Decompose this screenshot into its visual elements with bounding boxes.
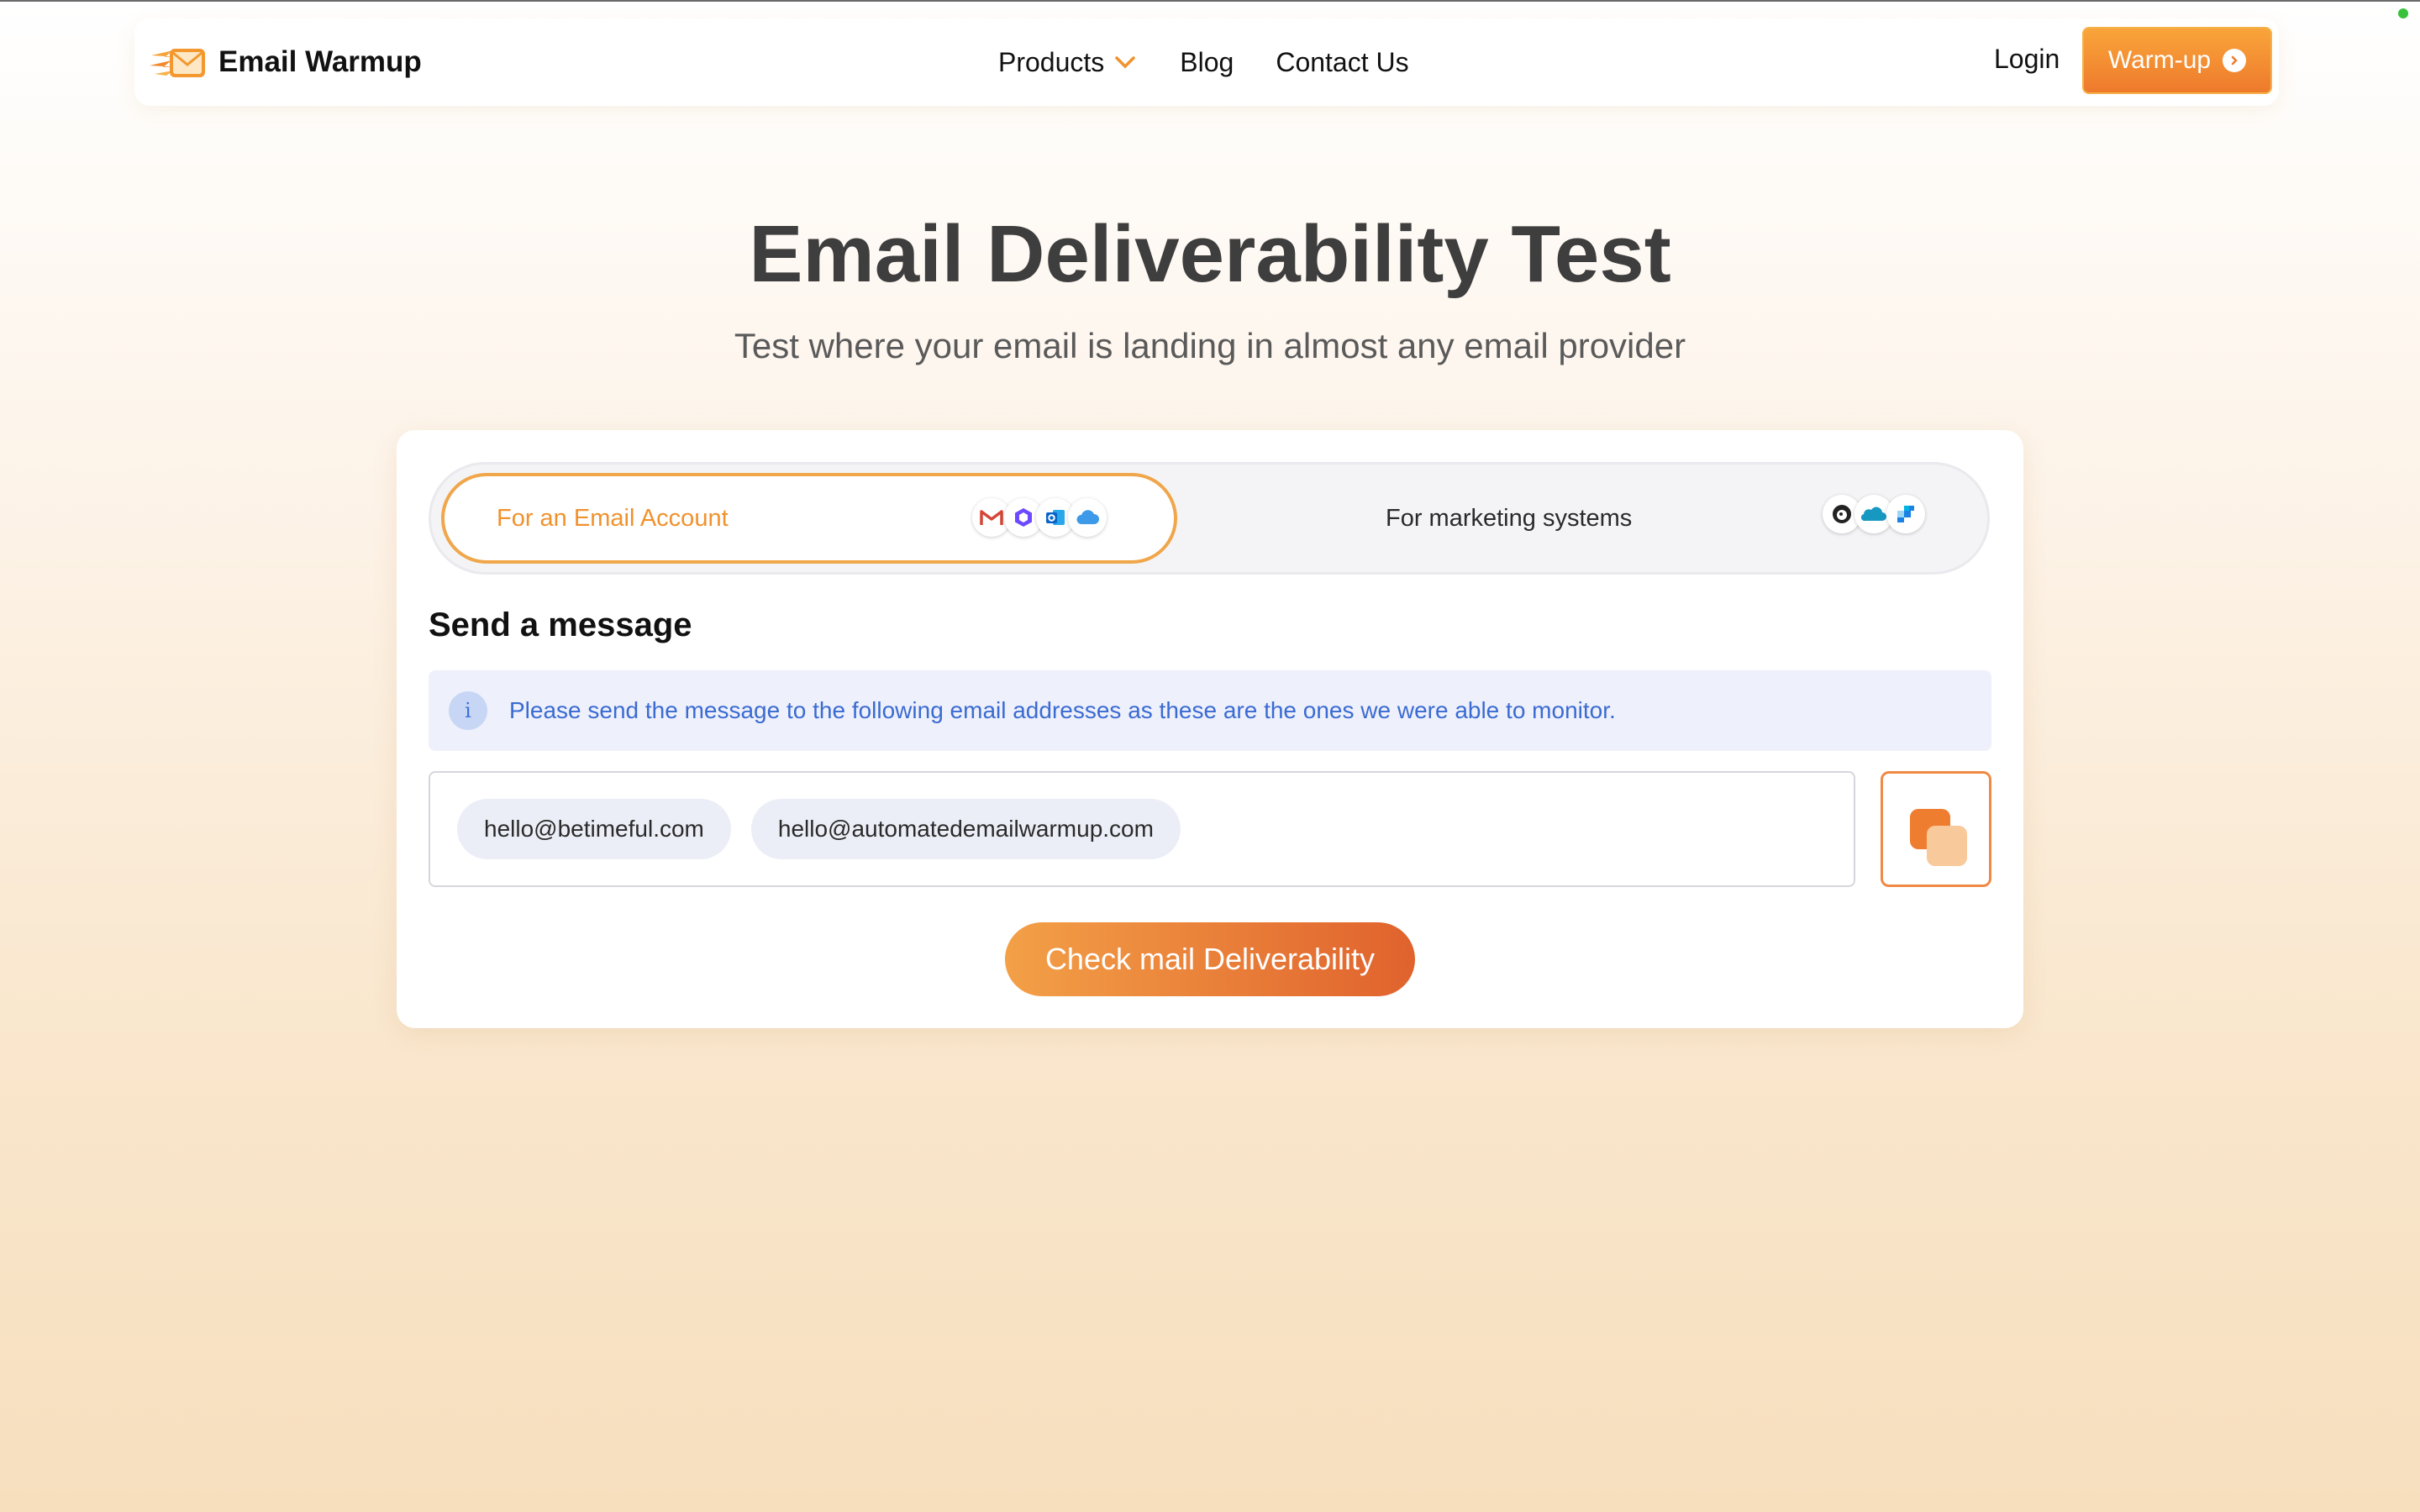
nav-contact-us[interactable]: Contact Us	[1276, 47, 1408, 78]
tab-marketing-systems[interactable]: For marketing systems	[1386, 505, 1632, 533]
info-icon: i	[449, 691, 487, 730]
status-indicator	[2398, 8, 2408, 18]
page-title: Email Deliverability Test	[749, 209, 1671, 299]
brand-logo[interactable]: Email Warmup	[148, 37, 422, 87]
send-message-heading: Send a message	[429, 606, 692, 643]
chevron-down-icon	[1115, 56, 1136, 69]
copy-button[interactable]	[1881, 771, 1991, 887]
email-address-field[interactable]: hello@betimeful.com hello@automatedemail…	[429, 771, 1855, 887]
marketing-provider-icons	[1823, 495, 1925, 533]
page-subtitle: Test where your email is landing in almo…	[734, 326, 1686, 365]
nav-products[interactable]: Products	[998, 47, 1138, 78]
tab-email-account-label: For an Email Account	[497, 505, 729, 532]
deliverability-card: For an Email Account For marketing syste…	[397, 430, 2023, 1028]
flaming-envelope-icon	[150, 49, 205, 77]
email-chip[interactable]: hello@automatedemailwarmup.com	[750, 799, 1181, 859]
top-navbar: Email Warmup Products Blog Contact Us Lo…	[134, 18, 2279, 106]
email-provider-icons	[972, 498, 1107, 537]
warmup-button-label: Warm-up	[2107, 46, 2212, 74]
login-link[interactable]: Login	[1994, 44, 2060, 75]
copy-icon-front	[1927, 826, 1967, 866]
info-banner: i Please send the message to the followi…	[429, 670, 1991, 751]
tab-email-account[interactable]: For an Email Account	[441, 473, 1177, 564]
sendgrid-icon	[1886, 495, 1925, 533]
tab-switcher: For an Email Account For marketing syste…	[429, 462, 1990, 575]
email-chip[interactable]: hello@betimeful.com	[457, 799, 731, 859]
icloud-icon	[1068, 498, 1107, 537]
nav-blog[interactable]: Blog	[1180, 47, 1234, 78]
brand-name: Email Warmup	[218, 45, 422, 78]
arrow-right-icon	[2223, 49, 2247, 72]
warmup-button[interactable]: Warm-up	[2082, 27, 2272, 94]
window-top-border	[0, 0, 2420, 2]
check-deliverability-button[interactable]: Check mail Deliverability	[1005, 922, 1415, 996]
main-menu: Products Blog Contact Us	[998, 39, 1451, 86]
info-text: Please send the message to the following…	[509, 697, 1616, 723]
nav-products-label: Products	[998, 46, 1105, 77]
